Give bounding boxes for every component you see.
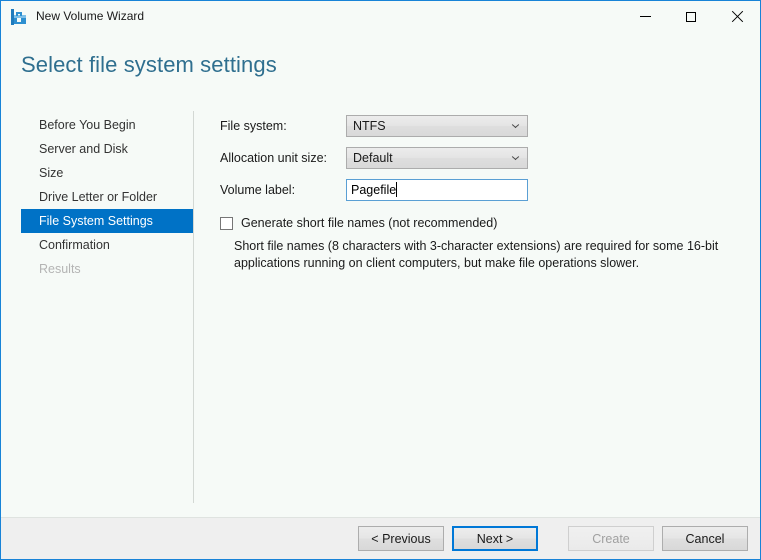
sidebar-item-drive-letter-or-folder[interactable]: Drive Letter or Folder xyxy=(21,185,193,209)
caption-buttons xyxy=(622,1,760,32)
page-title: Select file system settings xyxy=(21,52,277,78)
new-volume-wizard-window: New Volume Wizard Select file system set… xyxy=(0,0,761,560)
generate-short-file-names-checkbox[interactable] xyxy=(220,217,233,230)
file-system-select[interactable]: NTFS xyxy=(346,115,528,137)
sidebar-item-confirmation[interactable]: Confirmation xyxy=(21,233,193,257)
volume-label-value: Pagefile xyxy=(347,183,396,197)
file-system-value: NTFS xyxy=(347,119,386,133)
volume-label-label: Volume label: xyxy=(220,183,346,197)
sidebar-item-file-system-settings[interactable]: File System Settings xyxy=(21,209,193,233)
short-file-names-block: Generate short file names (not recommend… xyxy=(220,215,750,272)
window-title: New Volume Wizard xyxy=(36,1,144,32)
maximize-button[interactable] xyxy=(668,1,714,32)
sidebar-item-results: Results xyxy=(21,257,193,281)
short-file-names-description: Short file names (8 characters with 3-ch… xyxy=(234,238,746,272)
sidebar-item-before-you-begin[interactable]: Before You Begin xyxy=(21,113,193,137)
sidebar-item-size[interactable]: Size xyxy=(21,161,193,185)
allocation-unit-size-value: Default xyxy=(347,151,393,165)
maximize-icon xyxy=(686,12,696,22)
allocation-unit-size-row: Allocation unit size: Default xyxy=(220,146,740,169)
wizard-step-nav: Before You Begin Server and Disk Size Dr… xyxy=(21,113,193,281)
allocation-unit-size-label: Allocation unit size: xyxy=(220,151,346,165)
cancel-button[interactable]: Cancel xyxy=(662,526,748,551)
file-system-settings-form: File system: NTFS Allocation unit size: … xyxy=(220,114,740,210)
button-gap xyxy=(546,526,560,551)
next-button[interactable]: Next > xyxy=(452,526,538,551)
create-button: Create xyxy=(568,526,654,551)
generate-short-file-names-row[interactable]: Generate short file names (not recommend… xyxy=(220,215,750,232)
dialog-footer: < Previous Next > Create Cancel xyxy=(1,517,760,559)
volume-label-input[interactable]: Pagefile xyxy=(346,179,528,201)
chevron-down-icon xyxy=(512,156,519,160)
title-bar[interactable]: New Volume Wizard xyxy=(1,1,760,32)
allocation-unit-size-select[interactable]: Default xyxy=(346,147,528,169)
previous-button[interactable]: < Previous xyxy=(358,526,444,551)
chevron-down-icon xyxy=(512,124,519,128)
server-manager-toolbox-icon xyxy=(11,9,27,25)
text-caret xyxy=(396,182,397,197)
file-system-row: File system: NTFS xyxy=(220,114,740,137)
close-icon xyxy=(731,11,743,23)
minimize-icon xyxy=(640,16,651,17)
file-system-label: File system: xyxy=(220,119,346,133)
volume-label-row: Volume label: Pagefile xyxy=(220,178,740,201)
generate-short-file-names-label: Generate short file names (not recommend… xyxy=(241,215,497,232)
nav-separator xyxy=(193,111,194,503)
footer-buttons: < Previous Next > Create Cancel xyxy=(358,526,748,551)
sidebar-item-server-and-disk[interactable]: Server and Disk xyxy=(21,137,193,161)
close-button[interactable] xyxy=(714,1,760,32)
minimize-button[interactable] xyxy=(622,1,668,32)
